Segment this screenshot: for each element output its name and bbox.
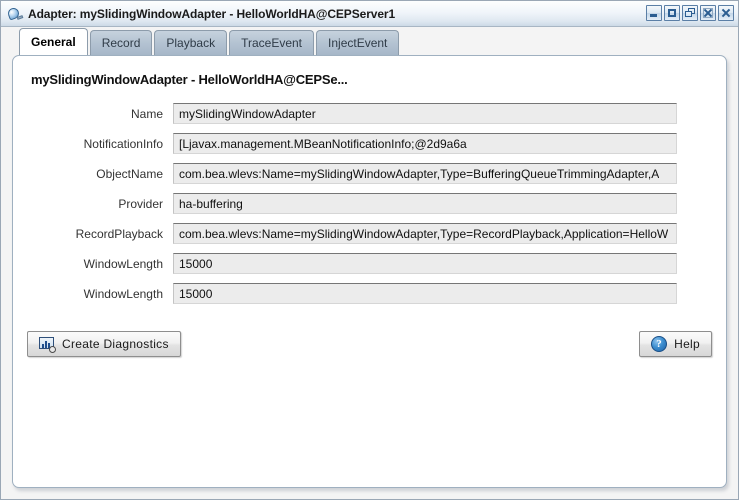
field-input-recordplayback[interactable]: com.bea.wlevs:Name=mySlidingWindowAdapte… [173,223,677,244]
tab-playback[interactable]: Playback [154,30,228,55]
panel-wrapper: mySlidingWindowAdapter - HelloWorldHA@CE… [1,55,738,499]
window-titlebar[interactable]: Adapter: mySlidingWindowAdapter - HelloW… [1,1,738,27]
field-input-notificationinfo[interactable]: [Ljavax.management.MBeanNotificationInfo… [173,133,677,154]
field-input-objectname[interactable]: com.bea.wlevs:Name=mySlidingWindowAdapte… [173,163,677,184]
field-input-windowlength-2[interactable]: 15000 [173,283,677,304]
tab-playback-label: Playback [166,36,216,50]
field-label-windowlength-1: WindowLength [83,256,163,271]
field-label-notificationinfo: NotificationInfo [83,136,163,151]
field-row-windowlength-2: WindowLength 15000 [27,283,712,304]
tab-bar: General Record Playback TraceEvent Injec… [1,27,738,55]
diagnostics-chart-icon [39,336,56,353]
help-label: Help [674,337,700,351]
field-label-objectname: ObjectName [96,166,163,181]
field-label-name: Name [130,106,163,121]
tab-injectevent-label: InjectEvent [328,36,388,50]
field-input-name[interactable]: mySlidingWindowAdapter [173,103,677,124]
field-value-objectname: com.bea.wlevs:Name=mySlidingWindowAdapte… [179,166,660,181]
restore-button[interactable] [682,5,698,21]
field-input-windowlength-1[interactable]: 15000 [173,253,677,274]
page-title: mySlidingWindowAdapter - HelloWorldHA@CE… [31,72,348,87]
tab-injectevent[interactable]: InjectEvent [316,30,400,55]
field-label-windowlength-2: WindowLength [83,286,163,301]
help-button[interactable]: ? Help [639,331,712,357]
diagnostics-bar-2 [45,340,47,348]
field-row-notificationinfo: NotificationInfo [Ljavax.management.MBea… [27,133,712,154]
create-diagnostics-button[interactable]: Create Diagnostics [27,331,181,357]
tab-record[interactable]: Record [89,30,153,55]
field-row-objectname: ObjectName com.bea.wlevs:Name=mySlidingW… [27,163,712,184]
diagnostics-bar-1 [42,343,44,348]
field-value-provider: ha-buffering [179,196,243,211]
tab-traceevent[interactable]: TraceEvent [229,30,315,55]
panel-button-bar: Create Diagnostics ? Help [27,331,712,361]
attribute-form: Name mySlidingWindowAdapter Notification… [27,103,712,304]
field-label-provider: Provider [118,196,163,211]
maximize-button[interactable] [664,5,680,21]
field-value-name: mySlidingWindowAdapter [179,106,316,121]
adapter-icon [6,5,24,23]
field-value-recordplayback: com.bea.wlevs:Name=mySlidingWindowAdapte… [179,226,669,241]
restore-icon-back [685,11,692,17]
tab-record-label: Record [101,36,141,50]
field-row-recordplayback: RecordPlayback com.bea.wlevs:Name=mySlid… [27,223,712,244]
create-diagnostics-label: Create Diagnostics [62,337,169,351]
tab-traceevent-label: TraceEvent [241,36,303,50]
minimize-button[interactable] [646,5,662,21]
field-value-notificationinfo: [Ljavax.management.MBeanNotificationInfo… [179,136,467,151]
field-row-windowlength-1: WindowLength 15000 [27,253,712,274]
window-title: Adapter: mySlidingWindowAdapter - HelloW… [28,6,396,21]
maximize-icon [668,9,676,17]
field-value-windowlength-1: 15000 [179,256,213,271]
tab-general[interactable]: General [19,28,88,55]
help-question-icon: ? [651,336,668,352]
close-button[interactable] [718,5,734,21]
window-controls [646,5,734,21]
field-input-provider[interactable]: ha-buffering [173,193,677,214]
field-label-recordplayback: RecordPlayback [75,226,163,241]
field-row-name: Name mySlidingWindowAdapter [27,103,712,124]
diagnostics-gear [49,345,56,353]
close-inner-button[interactable] [700,5,716,21]
tab-general-label: General [31,35,76,49]
adapter-window: Adapter: mySlidingWindowAdapter - HelloW… [0,0,739,500]
field-row-provider: Provider ha-buffering [27,193,712,214]
minimize-icon [650,14,657,17]
field-value-windowlength-2: 15000 [179,286,213,301]
general-tab-panel: mySlidingWindowAdapter - HelloWorldHA@CE… [12,55,727,488]
